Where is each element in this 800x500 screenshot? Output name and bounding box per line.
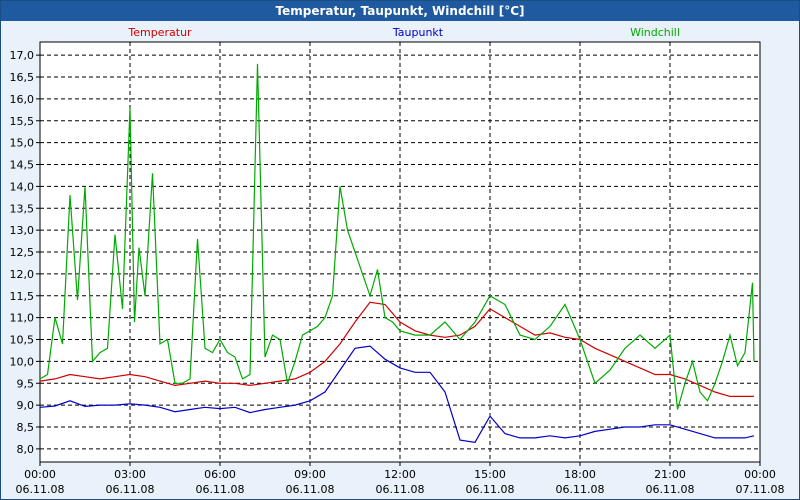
x-tick-label-time: 09:00	[294, 468, 326, 481]
x-tick-label-date: 06.11.08	[106, 483, 155, 496]
chart-area: 8,0 8,5 9,0 9,5 10,0 10,5 11,0 11,5 12,0 12,5 13,0…	[10, 26, 785, 496]
x-tick-label-time: 12:00	[384, 468, 416, 481]
y-tick-label: 15,5	[10, 115, 35, 128]
y-tick-label: 13,5	[10, 202, 35, 215]
legend-label-taupunkt: Taupunkt	[392, 26, 444, 39]
x-tick-label-time: 00:00	[24, 468, 56, 481]
x-tick-label-date: 06.11.08	[646, 483, 695, 496]
y-tick-label: 11,0	[10, 312, 35, 325]
y-tick-label: 10,5	[10, 334, 35, 347]
y-tick-label: 15,0	[10, 137, 35, 150]
x-tick-label-time: 15:00	[474, 468, 506, 481]
y-tick-label: 9,5	[17, 377, 35, 390]
y-tick-label: 8,0	[17, 443, 35, 456]
x-tick-label-date: 07.11.08	[736, 483, 785, 496]
y-tick-label: 14,5	[10, 159, 35, 172]
y-tick-label: 12,5	[10, 246, 35, 259]
legend-label-temperatur: Temperatur	[127, 26, 192, 39]
y-tick-label: 11,5	[10, 290, 35, 303]
y-tick-label: 9,0	[17, 399, 35, 412]
y-tick-label: 10,0	[10, 355, 35, 368]
y-tick-label: 8,5	[17, 421, 35, 434]
x-tick-label-date: 06.11.08	[466, 483, 515, 496]
y-tick-label: 16,0	[10, 93, 35, 106]
x-tick-label-date: 06.11.08	[16, 483, 65, 496]
x-tick-label-date: 06.11.08	[556, 483, 605, 496]
x-tick-label-time: 18:00	[564, 468, 596, 481]
x-tick-label-date: 06.11.08	[286, 483, 335, 496]
y-tick-label: 13,0	[10, 224, 35, 237]
x-tick-label-time: 00:00	[744, 468, 776, 481]
x-tick-label-time: 21:00	[654, 468, 686, 481]
x-tick-label-date: 06.11.08	[196, 483, 245, 496]
y-tick-label: 12,0	[10, 268, 35, 281]
y-tick-label: 16,5	[10, 71, 35, 84]
x-tick-label-time: 06:00	[204, 468, 236, 481]
y-tick-label: 14,0	[10, 180, 35, 193]
legend-label-windchill: Windchill	[630, 26, 680, 39]
x-tick-label-time: 03:00	[114, 468, 146, 481]
x-tick-label-date: 06.11.08	[376, 483, 425, 496]
y-tick-label: 17,0	[10, 49, 35, 62]
